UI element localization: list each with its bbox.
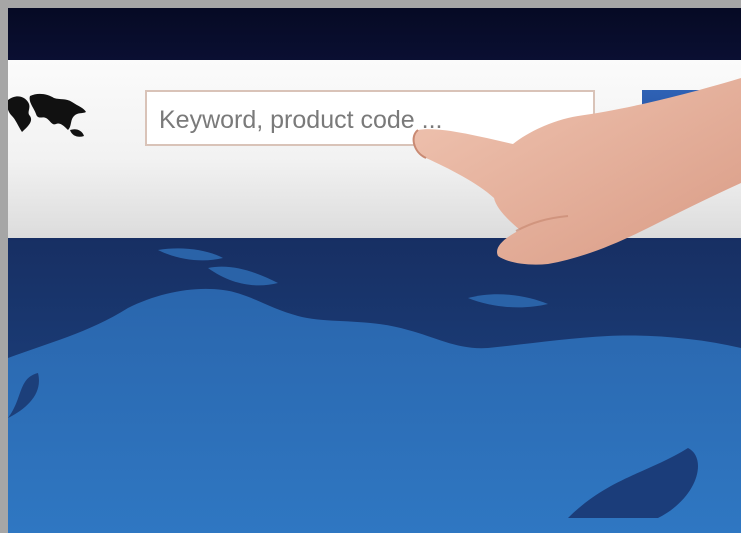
screenshot-frame: Keyword, product code ... SE [0, 0, 741, 533]
search-button-label: SE [668, 104, 703, 134]
top-bar [8, 8, 741, 60]
world-map-icon[interactable] [8, 86, 92, 142]
world-map-background [8, 238, 741, 533]
web-page: Keyword, product code ... SE [8, 8, 741, 533]
search-button[interactable]: SE [642, 90, 741, 146]
search-input[interactable]: Keyword, product code ... [145, 90, 595, 146]
search-placeholder: Keyword, product code ... [159, 106, 443, 134]
site-header [8, 60, 741, 238]
